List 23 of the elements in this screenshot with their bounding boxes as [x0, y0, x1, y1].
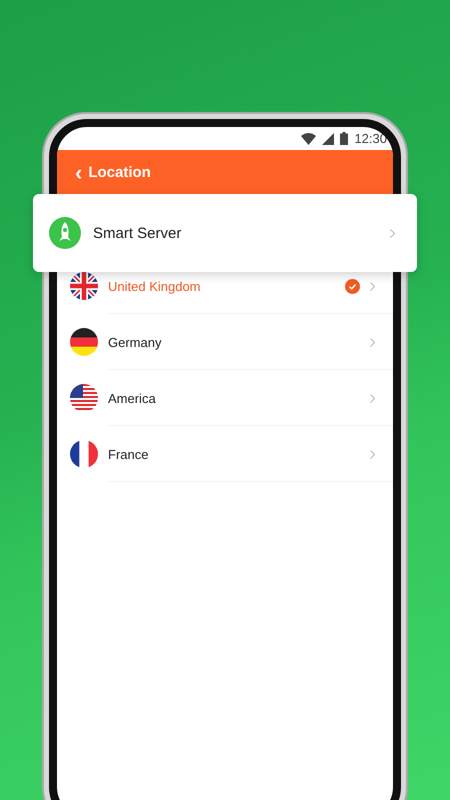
battery-icon: [340, 132, 348, 145]
chevron-icon: [370, 282, 375, 290]
country-name: Germany: [108, 334, 162, 350]
country-name: France: [108, 446, 150, 462]
chevron-icon: [390, 228, 395, 238]
rocket-icon: [49, 217, 81, 249]
flag-icon: [70, 384, 98, 412]
smart-server-card[interactable]: Smart Server: [33, 194, 417, 272]
flag-icon: [70, 272, 98, 300]
smart-server-label: Smart Server: [93, 224, 182, 242]
location-item[interactable]: Germany: [57, 328, 393, 370]
check-icon: [345, 278, 360, 294]
flag-icon: [70, 328, 98, 356]
location-item[interactable]: America: [57, 384, 393, 426]
signal-icon: [322, 132, 334, 144]
wifi-icon: [301, 132, 316, 144]
country-name: America: [108, 390, 157, 406]
country-name: United Kingdom: [108, 278, 202, 294]
chevron-icon: [370, 450, 375, 458]
chevron-icon: [370, 394, 375, 402]
flag-icon: [70, 440, 98, 468]
location-item[interactable]: France: [57, 440, 393, 482]
chevron-icon: [370, 338, 375, 346]
